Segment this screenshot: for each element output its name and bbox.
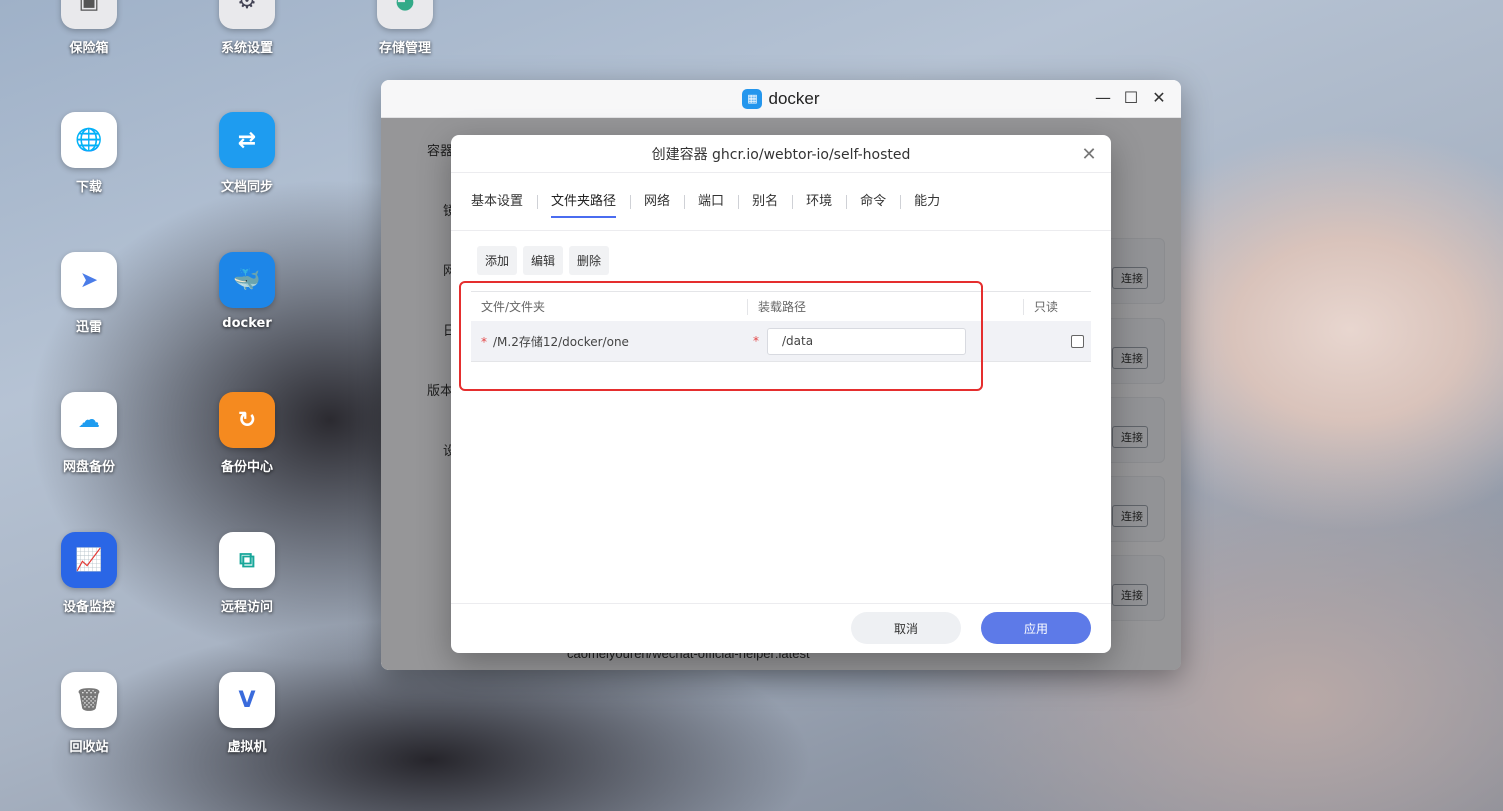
- tab-environment[interactable]: 环境: [792, 192, 846, 212]
- tab-command[interactable]: 命令: [846, 192, 900, 212]
- download-globe-icon: 🌐: [61, 112, 117, 168]
- desktop-icon-doc-sync[interactable]: ⇄ 文档同步: [199, 112, 295, 195]
- safe-icon: ▣: [61, 0, 117, 29]
- readonly-checkbox[interactable]: [1070, 334, 1084, 348]
- highlight-box: [459, 281, 983, 391]
- thunder-icon: ➤: [61, 252, 117, 308]
- desktop-icon-monitor[interactable]: 📈 设备监控: [41, 532, 137, 615]
- doc-sync-icon: ⇄: [219, 112, 275, 168]
- monitor-icon: 📈: [61, 532, 117, 588]
- desktop-icon-download[interactable]: 🌐 下载: [41, 112, 137, 195]
- cloud-backup-icon: ☁: [61, 392, 117, 448]
- cancel-button[interactable]: 取消: [851, 612, 961, 644]
- close-icon[interactable]: ✕: [1079, 144, 1099, 165]
- toolbar: 添加 编辑 删除: [477, 246, 610, 275]
- docker-window-title: docker: [768, 88, 820, 108]
- delete-button[interactable]: 删除: [569, 246, 610, 275]
- tab-basic-settings[interactable]: 基本设置: [471, 192, 537, 212]
- dialog-footer: 取消 应用: [451, 603, 1111, 653]
- desktop-icon-thunder[interactable]: ➤ 迅雷: [41, 252, 137, 335]
- desktop-icon-remote-access[interactable]: ⧉ 远程访问: [199, 532, 295, 615]
- minimize-icon[interactable]: —: [1095, 88, 1111, 107]
- storage-icon: ◕: [377, 0, 433, 29]
- desktop-icon-cloud-backup[interactable]: ☁ 网盘备份: [41, 392, 137, 475]
- dialog-title: 创建容器 ghcr.io/webtor-io/self-hosted: [651, 146, 911, 163]
- settings-icon: ⚙: [219, 0, 275, 29]
- trash-icon: 🗑: [61, 672, 117, 728]
- column-readonly: 只读: [1023, 298, 1091, 315]
- desktop-icon-settings[interactable]: ⚙ 系统设置: [199, 0, 295, 56]
- desktop-icon-backup-center[interactable]: ↻ 备份中心: [199, 392, 295, 475]
- backup-center-icon: ↻: [219, 392, 275, 448]
- tab-capabilities[interactable]: 能力: [900, 192, 954, 212]
- tab-bar: 基本设置 文件夹路径 网络 端口 别名 环境 命令 能力: [451, 173, 1111, 231]
- tab-network[interactable]: 网络: [630, 192, 684, 212]
- docker-logo-icon: ▦: [742, 88, 763, 109]
- close-icon[interactable]: ✕: [1151, 88, 1167, 107]
- vm-icon: V: [219, 672, 275, 728]
- desktop-icon-trash[interactable]: 🗑 回收站: [41, 672, 137, 755]
- apply-button[interactable]: 应用: [981, 612, 1091, 644]
- maximize-icon[interactable]: ☐: [1123, 88, 1139, 107]
- add-button[interactable]: 添加: [477, 246, 518, 275]
- edit-button[interactable]: 编辑: [523, 246, 564, 275]
- tab-port[interactable]: 端口: [684, 192, 738, 212]
- docker-titlebar[interactable]: ▦ docker — ☐ ✕: [381, 80, 1181, 118]
- remote-access-icon: ⧉: [219, 532, 275, 588]
- desktop-icon-safe[interactable]: ▣ 保险箱: [41, 0, 137, 56]
- desktop-icon-vm[interactable]: V 虚拟机: [199, 672, 295, 755]
- desktop-icon-docker[interactable]: 🐳 docker: [199, 252, 295, 331]
- desktop-icon-storage[interactable]: ◕ 存储管理: [357, 0, 453, 56]
- docker-icon: 🐳: [219, 252, 275, 308]
- create-container-dialog: 创建容器 ghcr.io/webtor-io/self-hosted ✕ 基本设…: [451, 135, 1111, 653]
- tab-folder-path[interactable]: 文件夹路径: [537, 192, 630, 218]
- tab-alias[interactable]: 别名: [738, 192, 792, 212]
